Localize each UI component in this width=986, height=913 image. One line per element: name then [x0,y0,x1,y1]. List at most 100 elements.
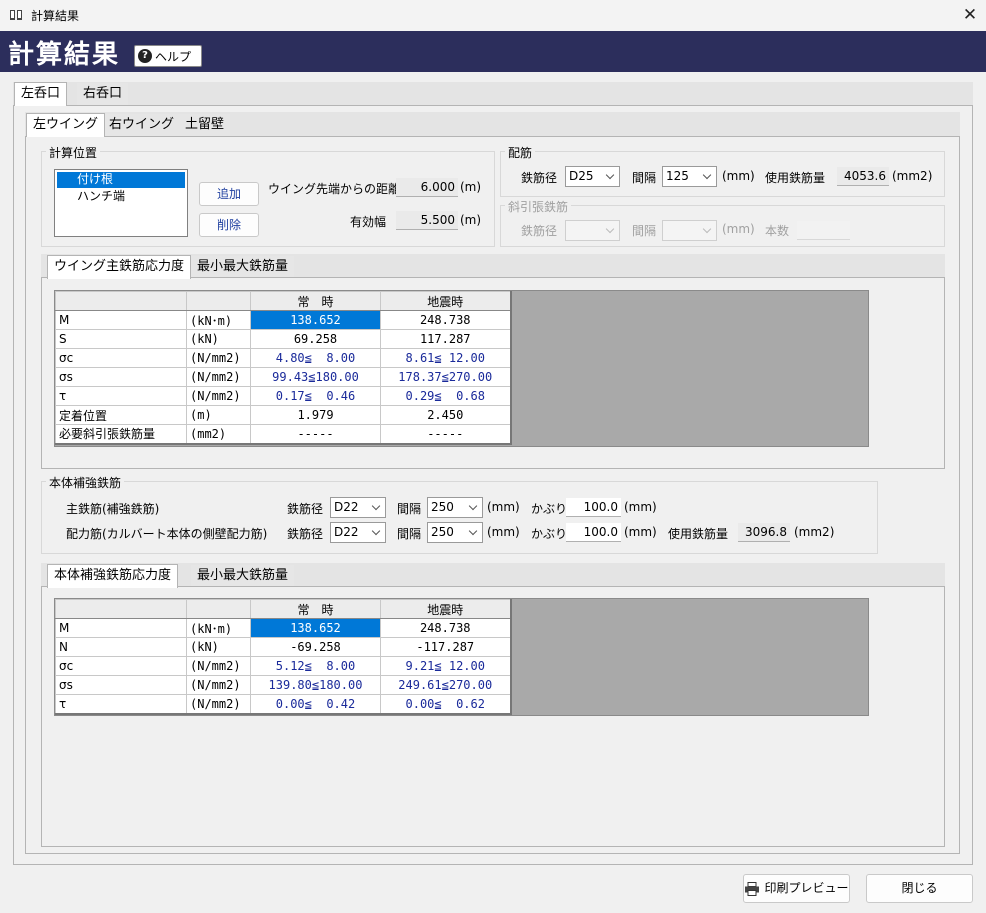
table-cell[interactable]: ----- [250,424,381,445]
table-cell: M [55,618,187,638]
rebar-used-value: 4053.6 [837,167,889,186]
table-cell: τ [55,694,187,715]
table-cell: N [55,637,187,657]
distance-unit: (m) [460,180,482,194]
table-cell[interactable]: ----- [380,424,512,445]
close-window-button[interactable]: ✕ [958,3,982,27]
window-title: 計算結果 [31,9,80,23]
calc-position-listbox[interactable]: 付け根 ハンチ端 [54,169,188,237]
main-rebar-dia-select[interactable]: D22 [330,497,386,518]
table-cell[interactable]: 8.61≦ 12.00 [380,348,512,368]
table-cell: (kN･m) [186,618,251,638]
rebar-group-label: 配筋 [505,144,536,161]
table-cell[interactable]: 0.00≦ 0.62 [380,694,512,715]
column-header: 常 時 [250,291,381,311]
table-cell: (kN) [186,329,251,349]
table-cell[interactable]: 9.21≦ 12.00 [380,656,512,676]
table-cell: (kN･m) [186,310,251,330]
tab-wing-min-max[interactable]: 最小最大鉄筋量 [191,256,295,278]
table-cell[interactable]: 5.12≦ 8.00 [250,656,381,676]
rebar-used-unit: (mm2) [892,169,933,183]
column-header: 常 時 [250,599,381,619]
table-cell[interactable]: -117.287 [380,637,512,657]
distribution-rebar-spacing-select[interactable]: 250 [427,522,483,543]
table-cell[interactable]: 139.80≦180.00 [250,675,381,695]
distribution-rebar-spacing-label: 間隔 [397,527,422,541]
table-cell[interactable]: -69.258 [250,637,381,657]
print-preview-button[interactable]: 印刷プレビュー [743,874,850,903]
tab-retaining-wall[interactable]: 土留壁 [179,114,231,136]
column-header: 地震時 [380,291,512,311]
diagonal-spacing-select[interactable] [662,220,717,241]
app-book-icon [10,10,22,20]
table-cell[interactable]: 248.738 [380,310,512,330]
table-cell[interactable]: 138.652 [250,310,381,330]
list-item[interactable]: ハンチ端 [57,188,185,204]
table-cell: 必要斜引張鉄筋量 [55,424,187,445]
table-cell: σs [55,675,187,695]
diagonal-dia-select[interactable] [565,220,620,241]
main-rebar-spacing-select[interactable]: 250 [427,497,483,518]
table-cell[interactable]: 0.17≦ 0.46 [250,386,381,406]
table-cell[interactable]: 178.37≦270.00 [380,367,512,387]
table-cell: (mm2) [186,424,251,445]
table-cell: S [55,329,187,349]
wing-stress-grid: 常 時地震時 M (kN･m) 138.652 248.738 S (kN) 69.258 11… [54,290,869,447]
tab-left-inlet[interactable]: 左呑口 [14,82,68,106]
table-cell[interactable]: 99.43≦180.00 [250,367,381,387]
outer-tabstrip [13,82,973,106]
table-cell: M [55,310,187,330]
column-header: 地震時 [380,599,512,619]
tab-body-min-max[interactable]: 最小最大鉄筋量 [191,565,295,587]
diagonal-count-field [797,221,850,240]
print-preview-label: 印刷プレビュー [764,881,849,895]
delete-button[interactable]: 削除 [199,213,259,237]
table-cell: (kN) [186,637,251,657]
body-used-label: 使用鉄筋量 [668,527,729,541]
add-button[interactable]: 追加 [199,182,259,206]
table-row: σc (N/mm2) 5.12≦ 8.00 9.21≦ 12.00 [55,656,512,676]
table-cell[interactable]: 138.652 [250,618,381,638]
tab-right-inlet[interactable]: 右呑口 [77,83,129,105]
close-button[interactable]: 閉じる [866,874,973,903]
column-header [186,599,251,619]
table-cell[interactable]: 4.80≦ 8.00 [250,348,381,368]
table-cell: σc [55,348,187,368]
list-item[interactable]: 付け根 [57,172,185,188]
table-cell: σs [55,367,187,387]
column-header [55,599,187,619]
rebar-spacing-select[interactable]: 125 [662,166,717,187]
question-icon: ? [138,49,152,63]
help-button[interactable]: ? ヘルプ [134,45,202,67]
table-cell[interactable]: 248.738 [380,618,512,638]
table-cell[interactable]: 0.29≦ 0.68 [380,386,512,406]
rebar-dia-select[interactable]: D25 [565,166,620,187]
tab-left-wing[interactable]: 左ウイング [26,113,106,137]
table-cell[interactable]: 69.258 [250,329,381,349]
distribution-rebar-cover-label: かぶり [531,527,568,541]
main-rebar-cover-label: かぶり [531,502,568,516]
main-rebar-label: 主鉄筋(補強鉄筋) [66,502,160,516]
calc-position-label: 計算位置 [46,144,101,161]
main-rebar-cover-input[interactable]: 100.0 [566,498,621,517]
diagonal-spacing-unit: (mm) [722,222,755,236]
effective-width-label: 有効幅 [350,215,387,229]
body-stress-grid: 常 時地震時 M (kN･m) 138.652 248.738 N (kN) -69.258-… [54,598,869,716]
body-used-unit: (mm2) [794,525,835,539]
tab-right-wing[interactable]: 右ウイング [103,114,181,136]
table-cell[interactable]: 249.61≦270.00 [380,675,512,695]
distribution-rebar-cover-input[interactable]: 100.0 [566,523,621,542]
tab-body-stress[interactable]: 本体補強鉄筋応力度 [47,564,179,588]
table-row: S (kN) 69.258 117.287 [55,329,512,349]
tab-wing-main-stress[interactable]: ウイング主鉄筋応力度 [47,255,192,279]
table-cell[interactable]: 1.979 [250,405,381,425]
table-cell[interactable]: 0.00≦ 0.42 [250,694,381,715]
table-row: τ (N/mm2) 0.00≦ 0.42 0.00≦ 0.62 [55,694,512,715]
table-row: 定着位置 (m) 1.979 2.450 [55,405,512,425]
table-row: 必要斜引張鉄筋量 (mm2) ----- ----- [55,424,512,445]
table-cell[interactable]: 117.287 [380,329,512,349]
distance-label: ウイング先端からの距離 [268,182,401,196]
table-cell[interactable]: 2.450 [380,405,512,425]
table-header-row: 常 時地震時 [55,599,512,619]
distribution-rebar-dia-select[interactable]: D22 [330,522,386,543]
